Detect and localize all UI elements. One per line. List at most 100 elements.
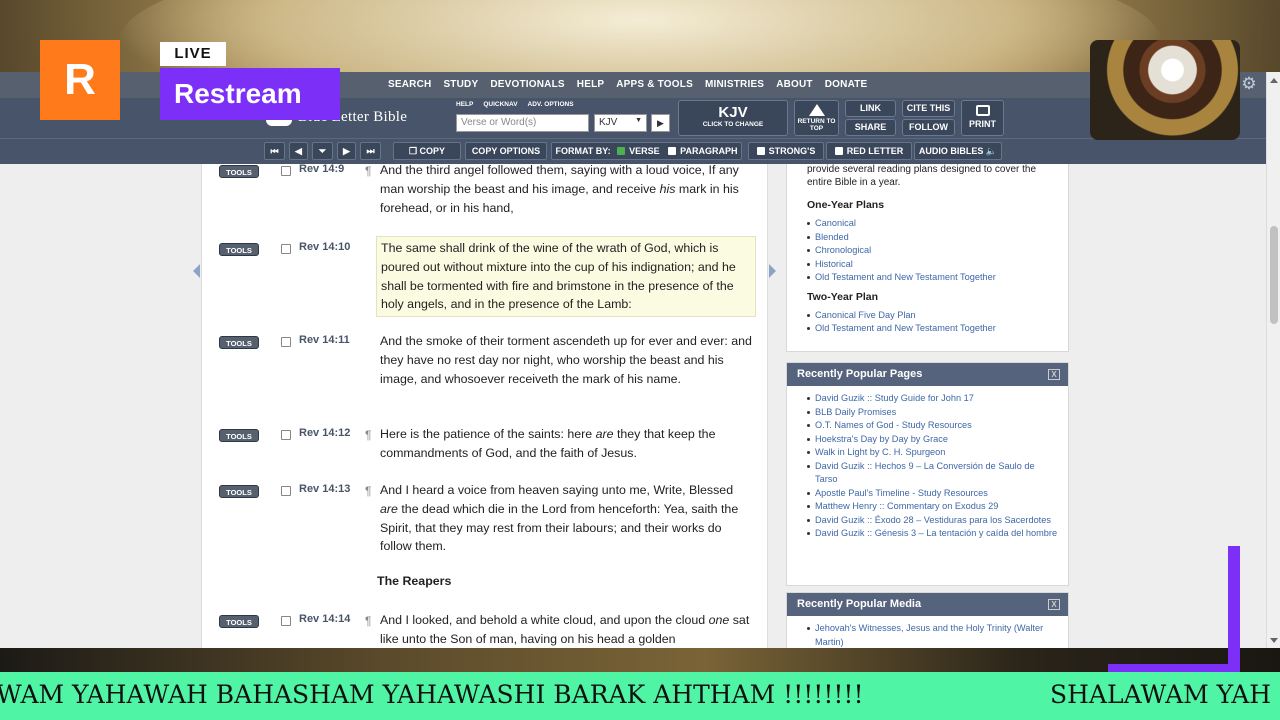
copy-button[interactable]: ❐ COPY — [393, 142, 461, 160]
copy-icon[interactable] — [281, 166, 291, 176]
list-item[interactable]: Old Testament and New Testament Together — [807, 322, 1058, 336]
chapter-menu-button[interactable]: ⏷ — [312, 142, 333, 160]
version-select-value: KJV — [599, 117, 618, 128]
tools-button[interactable]: TOOLS — [219, 165, 259, 178]
close-icon[interactable]: X — [1048, 599, 1060, 610]
tools-button[interactable]: TOOLS — [219, 615, 259, 628]
verse-text-part: And I looked, and behold a white cloud, … — [380, 613, 709, 627]
nav-item-about[interactable]: ABOUT — [770, 72, 819, 98]
bible-text-column: TOOLS Rev 14:9 ¶ And the third angel follow… — [201, 164, 768, 648]
arrow-up-icon — [808, 104, 825, 116]
tools-button[interactable]: TOOLS — [219, 243, 259, 256]
strongs-checkbox — [756, 147, 765, 155]
verse-text: And I heard a voice from heaven saying u… — [380, 481, 752, 556]
list-item[interactable]: David Guzik :: Hechos 9 – La Conversión … — [807, 460, 1058, 487]
prev-chapter-button[interactable]: ◀ — [289, 142, 308, 160]
print-label: PRINT — [969, 119, 996, 129]
verse-reference[interactable]: Rev 14:12 — [299, 427, 350, 439]
verse-text-part: And I heard a voice from heaven saying u… — [380, 483, 734, 497]
tools-button[interactable]: TOOLS — [219, 336, 259, 349]
paragraph-icon: ¶ — [365, 164, 372, 178]
list-item[interactable]: Jehovah's Witnesses, Jesus and the Holy … — [807, 622, 1058, 648]
collapse-left-arrow[interactable] — [193, 264, 200, 278]
scroll-up-icon[interactable] — [1270, 78, 1278, 83]
close-icon[interactable]: X — [1048, 369, 1060, 380]
nav-item-search[interactable]: SEARCH — [382, 72, 437, 98]
copy-icon[interactable] — [281, 244, 291, 254]
scroll-down-icon[interactable] — [1270, 638, 1278, 643]
copy-icon[interactable] — [281, 616, 291, 626]
chevron-down-icon: ▼ — [635, 117, 642, 124]
copy-icon[interactable] — [281, 486, 291, 496]
verse-reference[interactable]: Rev 14:14 — [299, 613, 350, 625]
verse-reference[interactable]: Rev 14:11 — [299, 334, 350, 346]
verse-checkbox[interactable] — [617, 147, 626, 155]
nav-item-study[interactable]: STUDY — [437, 72, 484, 98]
cite-button[interactable]: CITE THIS — [902, 100, 955, 117]
verse-reference[interactable]: Rev 14:9 — [299, 164, 344, 175]
list-item[interactable]: Apostle Paul's Timeline - Study Resource… — [807, 487, 1058, 501]
quicknav-link[interactable]: QUICKNAV — [483, 101, 517, 108]
help-link[interactable]: HELP — [456, 101, 473, 108]
follow-button[interactable]: FOLLOW — [902, 119, 955, 136]
return-top-label: RETURN TO TOP — [797, 118, 836, 132]
verse-reference[interactable]: Rev 14:10 — [299, 241, 350, 253]
adv-options-link[interactable]: ADV. OPTIONS — [528, 101, 574, 108]
streamer-avatar — [1090, 40, 1240, 140]
nav-item-devotionals[interactable]: DEVOTIONALS — [484, 72, 570, 98]
nav-item-help[interactable]: HELP — [571, 72, 610, 98]
red-letter-toggle[interactable]: RED LETTER — [826, 142, 912, 160]
list-item[interactable]: Blended — [807, 231, 1058, 245]
list-item[interactable]: Walk in Light by C. H. Spurgeon — [807, 446, 1058, 460]
next-chapter-button[interactable]: ▶ — [337, 142, 356, 160]
share-button[interactable]: SHARE — [845, 119, 896, 136]
version-select[interactable]: KJV ▼ — [594, 114, 647, 132]
verse-text: Here is the patience of the saints: here… — [380, 425, 752, 463]
page-scrollbar[interactable] — [1266, 72, 1280, 648]
list-item[interactable]: Chronological — [807, 244, 1058, 258]
list-item[interactable]: Historical — [807, 258, 1058, 272]
strongs-toggle[interactable]: STRONG'S — [748, 142, 824, 160]
search-input[interactable]: Verse or Word(s) — [456, 114, 589, 132]
popular-pages-header: Recently Popular Pages X — [787, 363, 1068, 386]
nav-item-apps-tools[interactable]: APPS & TOOLS — [610, 72, 699, 98]
first-chapter-button[interactable]: ⏮ — [264, 142, 285, 160]
verse-reference[interactable]: Rev 14:13 — [299, 483, 350, 495]
list-item[interactable]: David Guzik :: Study Guide for John 17 — [807, 392, 1058, 406]
last-chapter-button[interactable]: ⏭ — [360, 142, 381, 160]
background-strip — [0, 646, 1280, 672]
one-year-list: Canonical Blended Chronological Historical O… — [787, 215, 1068, 291]
list-item[interactable]: Old Testament and New Testament Together — [807, 271, 1058, 285]
two-year-title: Two-Year Plan — [807, 290, 878, 303]
list-item[interactable]: Canonical Five Day Plan — [807, 309, 1058, 323]
list-item[interactable]: Hoekstra's Day by Day by Grace — [807, 433, 1058, 447]
gear-icon[interactable]: ⚙ — [1240, 75, 1258, 93]
popular-pages-title: Recently Popular Pages — [797, 368, 923, 380]
two-year-list: Canonical Five Day Plan Old Testament and… — [787, 307, 1068, 342]
scroll-thumb[interactable] — [1270, 226, 1278, 324]
return-to-top-button[interactable]: RETURN TO TOP — [794, 100, 839, 136]
collapse-right-arrow[interactable] — [769, 264, 776, 278]
list-item[interactable]: David Guzik :: Éxodo 28 – Vestiduras par… — [807, 514, 1058, 528]
version-button[interactable]: KJV CLICK TO CHANGE — [678, 100, 788, 136]
list-item[interactable]: O.T. Names of God - Study Resources — [807, 419, 1058, 433]
link-button[interactable]: LINK — [845, 100, 896, 117]
nav-item-donate[interactable]: DONATE — [819, 72, 874, 98]
search-go-button[interactable]: ▶ — [651, 114, 670, 132]
paragraph-checkbox[interactable] — [668, 147, 677, 155]
audio-bibles-button[interactable]: AUDIO BIBLES 🔈 — [914, 142, 1002, 160]
list-item[interactable]: David Guzik :: Génesis 3 – La tentación … — [807, 527, 1058, 541]
copy-icon[interactable] — [281, 337, 291, 347]
list-item[interactable]: BLB Daily Promises — [807, 406, 1058, 420]
list-item[interactable]: Matthew Henry :: Commentary on Exodus 29 — [807, 500, 1058, 514]
tools-button[interactable]: TOOLS — [219, 485, 259, 498]
tools-button[interactable]: TOOLS — [219, 429, 259, 442]
version-sub: CLICK TO CHANGE — [702, 121, 764, 128]
copy-icon[interactable] — [281, 430, 291, 440]
right-sidebar: provide several reading plans designed t… — [786, 164, 1069, 648]
nav-item-ministries[interactable]: MINISTRIES — [699, 72, 770, 98]
list-item[interactable]: Canonical — [807, 217, 1058, 231]
ticker-banner: WAM YAHAWAH BAHASHAM YAHAWASHI BARAK AHT… — [0, 672, 1280, 720]
copy-options-button[interactable]: COPY OPTIONS — [465, 142, 547, 160]
print-button[interactable]: PRINT — [961, 100, 1004, 136]
